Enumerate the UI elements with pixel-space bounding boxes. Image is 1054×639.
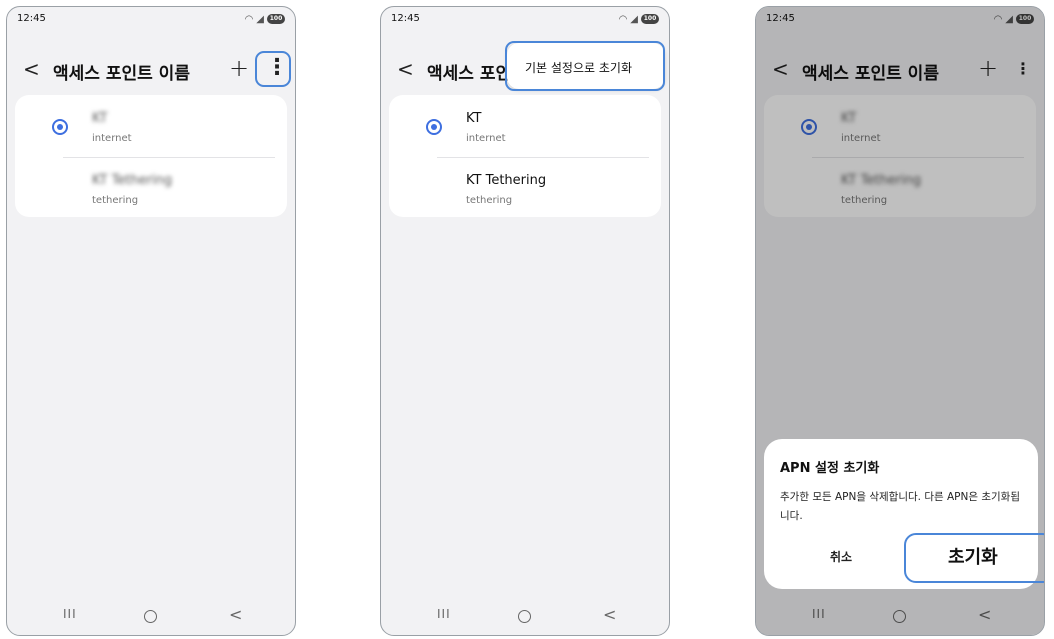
- divider: [437, 157, 649, 158]
- apn-name: KT Tethering: [92, 173, 173, 188]
- home-icon[interactable]: [518, 610, 531, 623]
- status-bar: 12:45 ◠ ◢ 100: [7, 7, 295, 31]
- apn-name: KT Tethering: [466, 173, 547, 188]
- home-icon[interactable]: [144, 610, 157, 623]
- nav-back-icon[interactable]: <: [603, 605, 616, 624]
- dialog-title: APN 설정 초기화: [780, 461, 880, 476]
- nav-bar: III <: [381, 605, 669, 629]
- nav-bar: III <: [7, 605, 295, 629]
- apn-name: KT: [92, 111, 108, 126]
- status-bar: 12:45 ◠ ◢ 100: [381, 7, 669, 31]
- reset-apn-dialog: APN 설정 초기화 추가한 모든 APN을 삭제합니다. 다른 APN은 초기…: [764, 439, 1044, 589]
- apn-name: KT: [466, 111, 482, 126]
- apn-type: internet: [92, 133, 132, 144]
- dialog-message: 추가한 모든 APN을 삭제합니다. 다른 APN은 초기화됩니다.: [780, 491, 1020, 522]
- battery-icon: 100: [267, 14, 285, 24]
- apn-list: KT internet KT Tethering tethering: [389, 95, 661, 217]
- divider: [63, 157, 275, 158]
- wifi-icon: ◠: [244, 13, 254, 25]
- cancel-button[interactable]: 취소: [830, 548, 852, 565]
- back-icon[interactable]: <: [397, 57, 414, 81]
- status-icons: ◠ ◢ 100: [245, 13, 285, 25]
- signal-icon: ◢: [256, 13, 264, 25]
- app-bar: < 액세스 포인트 이름 + ⋮: [7, 51, 295, 87]
- apn-type: internet: [466, 133, 506, 144]
- battery-icon: 100: [641, 14, 659, 24]
- add-apn-icon[interactable]: +: [229, 54, 249, 82]
- phone-screen-3: 12:45 ◠ ◢ 100 < 액세스 포인트 이름 + ⋮ KT intern…: [755, 6, 1045, 636]
- highlight-more-options: [255, 51, 291, 87]
- recent-apps-icon[interactable]: III: [63, 607, 77, 621]
- nav-back-icon[interactable]: <: [229, 605, 242, 624]
- signal-icon: ◢: [630, 13, 638, 25]
- radio-selected-icon[interactable]: [52, 119, 68, 135]
- wifi-icon: ◠: [618, 13, 628, 25]
- phone-screen-2: 12:45 ◠ ◢ 100 < 액세스 포인트 이름 KT internet K…: [380, 6, 670, 636]
- status-icons: ◠ ◢ 100: [619, 13, 659, 25]
- phone-screen-1: 12:45 ◠ ◢ 100 < 액세스 포인트 이름 + ⋮ KT intern…: [6, 6, 296, 636]
- highlight-reset-button: [904, 533, 1044, 583]
- highlight-reset-menu: [505, 41, 665, 91]
- page-title: 액세스 포인트 이름: [53, 64, 190, 84]
- apn-type: tethering: [92, 195, 139, 206]
- status-time: 12:45: [17, 13, 46, 24]
- apn-type: tethering: [466, 195, 513, 206]
- apn-list: KT internet KT Tethering tethering: [15, 95, 287, 217]
- radio-selected-icon[interactable]: [426, 119, 442, 135]
- recent-apps-icon[interactable]: III: [437, 607, 451, 621]
- status-time: 12:45: [391, 13, 420, 24]
- back-icon[interactable]: <: [23, 57, 40, 81]
